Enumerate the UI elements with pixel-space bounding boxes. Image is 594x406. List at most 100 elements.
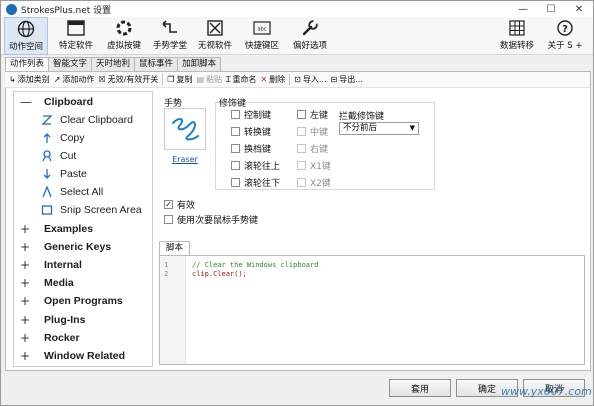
secondary-gesture-checkbox[interactable]: 使用次要鼠标手势键 (164, 213, 258, 226)
toolbar-label: 动作空间 (8, 42, 43, 52)
tree-category-label: Plug-Ins (44, 314, 86, 326)
gesture-name-link[interactable]: Eraser (164, 155, 206, 164)
toolbar-preferences[interactable]: 偏好选项 (289, 17, 331, 55)
add-category-button[interactable]: ↳ 添加类别 (9, 74, 50, 85)
right-button-checkbox[interactable]: 右键 (297, 142, 328, 155)
toolbar-action-space[interactable]: 动作空间 (4, 17, 48, 55)
left-button-checkbox[interactable]: 左键 (297, 108, 328, 121)
tree-category-clipboard[interactable]: — Clipboard (14, 93, 93, 111)
tree-category-rocker[interactable]: + Rocker (14, 329, 80, 347)
circle-dots-icon (116, 20, 132, 36)
tree-action-label: Paste (60, 168, 87, 180)
export-label: 导出... (339, 75, 363, 84)
wheel-down-checkbox[interactable]: 滚轮往下 (231, 176, 280, 189)
x2-button-checkbox[interactable]: X2键 (297, 176, 331, 189)
intercept-modifier-select[interactable]: 不分前后 ▼ (339, 122, 419, 135)
tree-action-cut[interactable]: Cut (14, 147, 76, 165)
tree-action-snip-screen-area[interactable]: Snip Screen Area (14, 201, 142, 219)
checkbox-box[interactable]: ✓ (164, 200, 173, 209)
delete-button[interactable]: ✕ 删除 (260, 74, 285, 85)
delete-label: 删除 (269, 75, 286, 84)
rename-button[interactable]: Ɪ 重命名 (226, 74, 256, 85)
tree-action-label: Clear Clipboard (60, 114, 133, 126)
checkbox-box[interactable] (297, 144, 306, 153)
tree-category-internal[interactable]: + Internal (14, 256, 82, 274)
checkbox-box[interactable] (231, 127, 240, 136)
tab-script[interactable]: 脚本 (159, 241, 191, 255)
tree-action-paste[interactable]: Paste (14, 165, 87, 183)
expand-icon[interactable]: + (20, 276, 30, 290)
checkbox-box[interactable] (297, 178, 306, 187)
paste-button[interactable]: ▤ 粘贴 (196, 74, 222, 85)
gesture-loop-icon (42, 150, 52, 162)
toggle-label: 无效/有效开关 (107, 75, 159, 84)
tree-action-select-all[interactable]: Select All (14, 183, 103, 201)
copy-label: 复制 (176, 75, 193, 84)
tree-category-label: Internal (44, 259, 82, 271)
tab-action-list[interactable]: 动作列表 (5, 57, 50, 72)
expand-icon[interactable]: + (20, 313, 30, 327)
tree-action-label: Cut (60, 150, 77, 162)
expand-icon[interactable]: + (20, 258, 30, 272)
divider (289, 74, 291, 85)
toolbar-virtual-keys[interactable]: 虚拟按键 (104, 17, 144, 55)
tree-action-clear-clipboard[interactable]: Clear Clipboard (14, 111, 133, 129)
tree-category-examples[interactable]: + Examples (14, 220, 93, 238)
tree-category-plug-ins[interactable]: + Plug-Ins (14, 311, 85, 329)
checkbox-box[interactable] (297, 161, 306, 170)
checkbox-box[interactable] (297, 127, 306, 136)
toolbar-data-transfer[interactable]: 数据转移 (497, 17, 537, 55)
expand-icon[interactable]: + (20, 331, 30, 345)
checkbox-box[interactable] (231, 144, 240, 153)
expand-icon[interactable]: + (20, 222, 30, 236)
checkbox-box[interactable] (231, 161, 240, 170)
tab-load-scripts[interactable]: 加卸脚本 (177, 57, 222, 71)
middle-button-checkbox[interactable]: 中键 (297, 125, 328, 138)
maximize-button[interactable]: ☐ (537, 1, 565, 17)
toolbar-about[interactable]: ? 关于 S + (544, 17, 586, 55)
checkbox-label: 换档键 (244, 145, 272, 155)
add-category-label: 添加类别 (17, 75, 50, 84)
apply-button[interactable]: 套用 (389, 379, 451, 397)
checkbox-box[interactable] (297, 110, 306, 119)
tab-timing[interactable]: 天时地利 (91, 57, 136, 71)
select-value: 不分前后 (343, 123, 378, 133)
checkbox-box[interactable] (164, 215, 173, 224)
tree-action-copy[interactable]: Copy (14, 129, 85, 147)
ctrl-checkbox[interactable]: 控制键 (231, 108, 271, 121)
shift-checkbox[interactable]: 换档键 (231, 142, 271, 155)
toolbar-ignored-apps[interactable]: 无视软件 (195, 17, 235, 55)
expand-icon[interactable]: + (20, 294, 30, 308)
divider (162, 74, 164, 85)
alt-checkbox[interactable]: 转换键 (231, 125, 271, 138)
add-action-button[interactable]: ↗ 添加动作 (54, 74, 95, 85)
collapse-icon[interactable]: — (20, 95, 32, 109)
toolbar-hotkeys[interactable]: abc 快捷键区 (241, 17, 283, 55)
toggle-button[interactable]: ☒ 无效/有效开关 (98, 74, 158, 85)
export-button[interactable]: ⊟ 导出... (331, 74, 363, 85)
gesture-eraser-icon (172, 118, 199, 141)
gesture-preview[interactable] (164, 108, 206, 150)
wheel-up-checkbox[interactable]: 滚轮往上 (231, 159, 280, 172)
tree-category-media[interactable]: + Media (14, 274, 74, 292)
tree-category-generic-keys[interactable]: + Generic Keys (14, 238, 111, 256)
import-button[interactable]: ⊡ 导入... (294, 74, 326, 85)
tree-category-window-related[interactable]: + Window Related (14, 347, 125, 365)
toolbar-gesture-school[interactable]: 手势学堂 (150, 17, 190, 55)
import-label: 导入... (302, 75, 327, 84)
x1-button-checkbox[interactable]: X1键 (297, 159, 331, 172)
tree-category-open-programs[interactable]: + Open Programs (14, 292, 123, 310)
script-editor[interactable]: 1 2 // Clear the Windows clipboard clip.… (159, 255, 585, 365)
expand-icon[interactable]: + (20, 240, 30, 254)
copy-button[interactable]: ❐ 复制 (167, 74, 192, 85)
tab-mouse-events[interactable]: 鼠标事件 (134, 57, 179, 71)
tab-smart-text[interactable]: 智能文字 (48, 57, 93, 71)
checkbox-box[interactable] (231, 178, 240, 187)
toolbar-app-specific[interactable]: 特定软件 (56, 17, 96, 55)
expand-icon[interactable]: + (20, 349, 30, 363)
checkbox-box[interactable] (231, 110, 240, 119)
gesture-z-icon (41, 115, 53, 125)
close-button[interactable]: ✕ (565, 1, 593, 17)
enabled-checkbox[interactable]: ✓ 有效 (164, 198, 195, 211)
minimize-button[interactable]: — (509, 1, 537, 17)
